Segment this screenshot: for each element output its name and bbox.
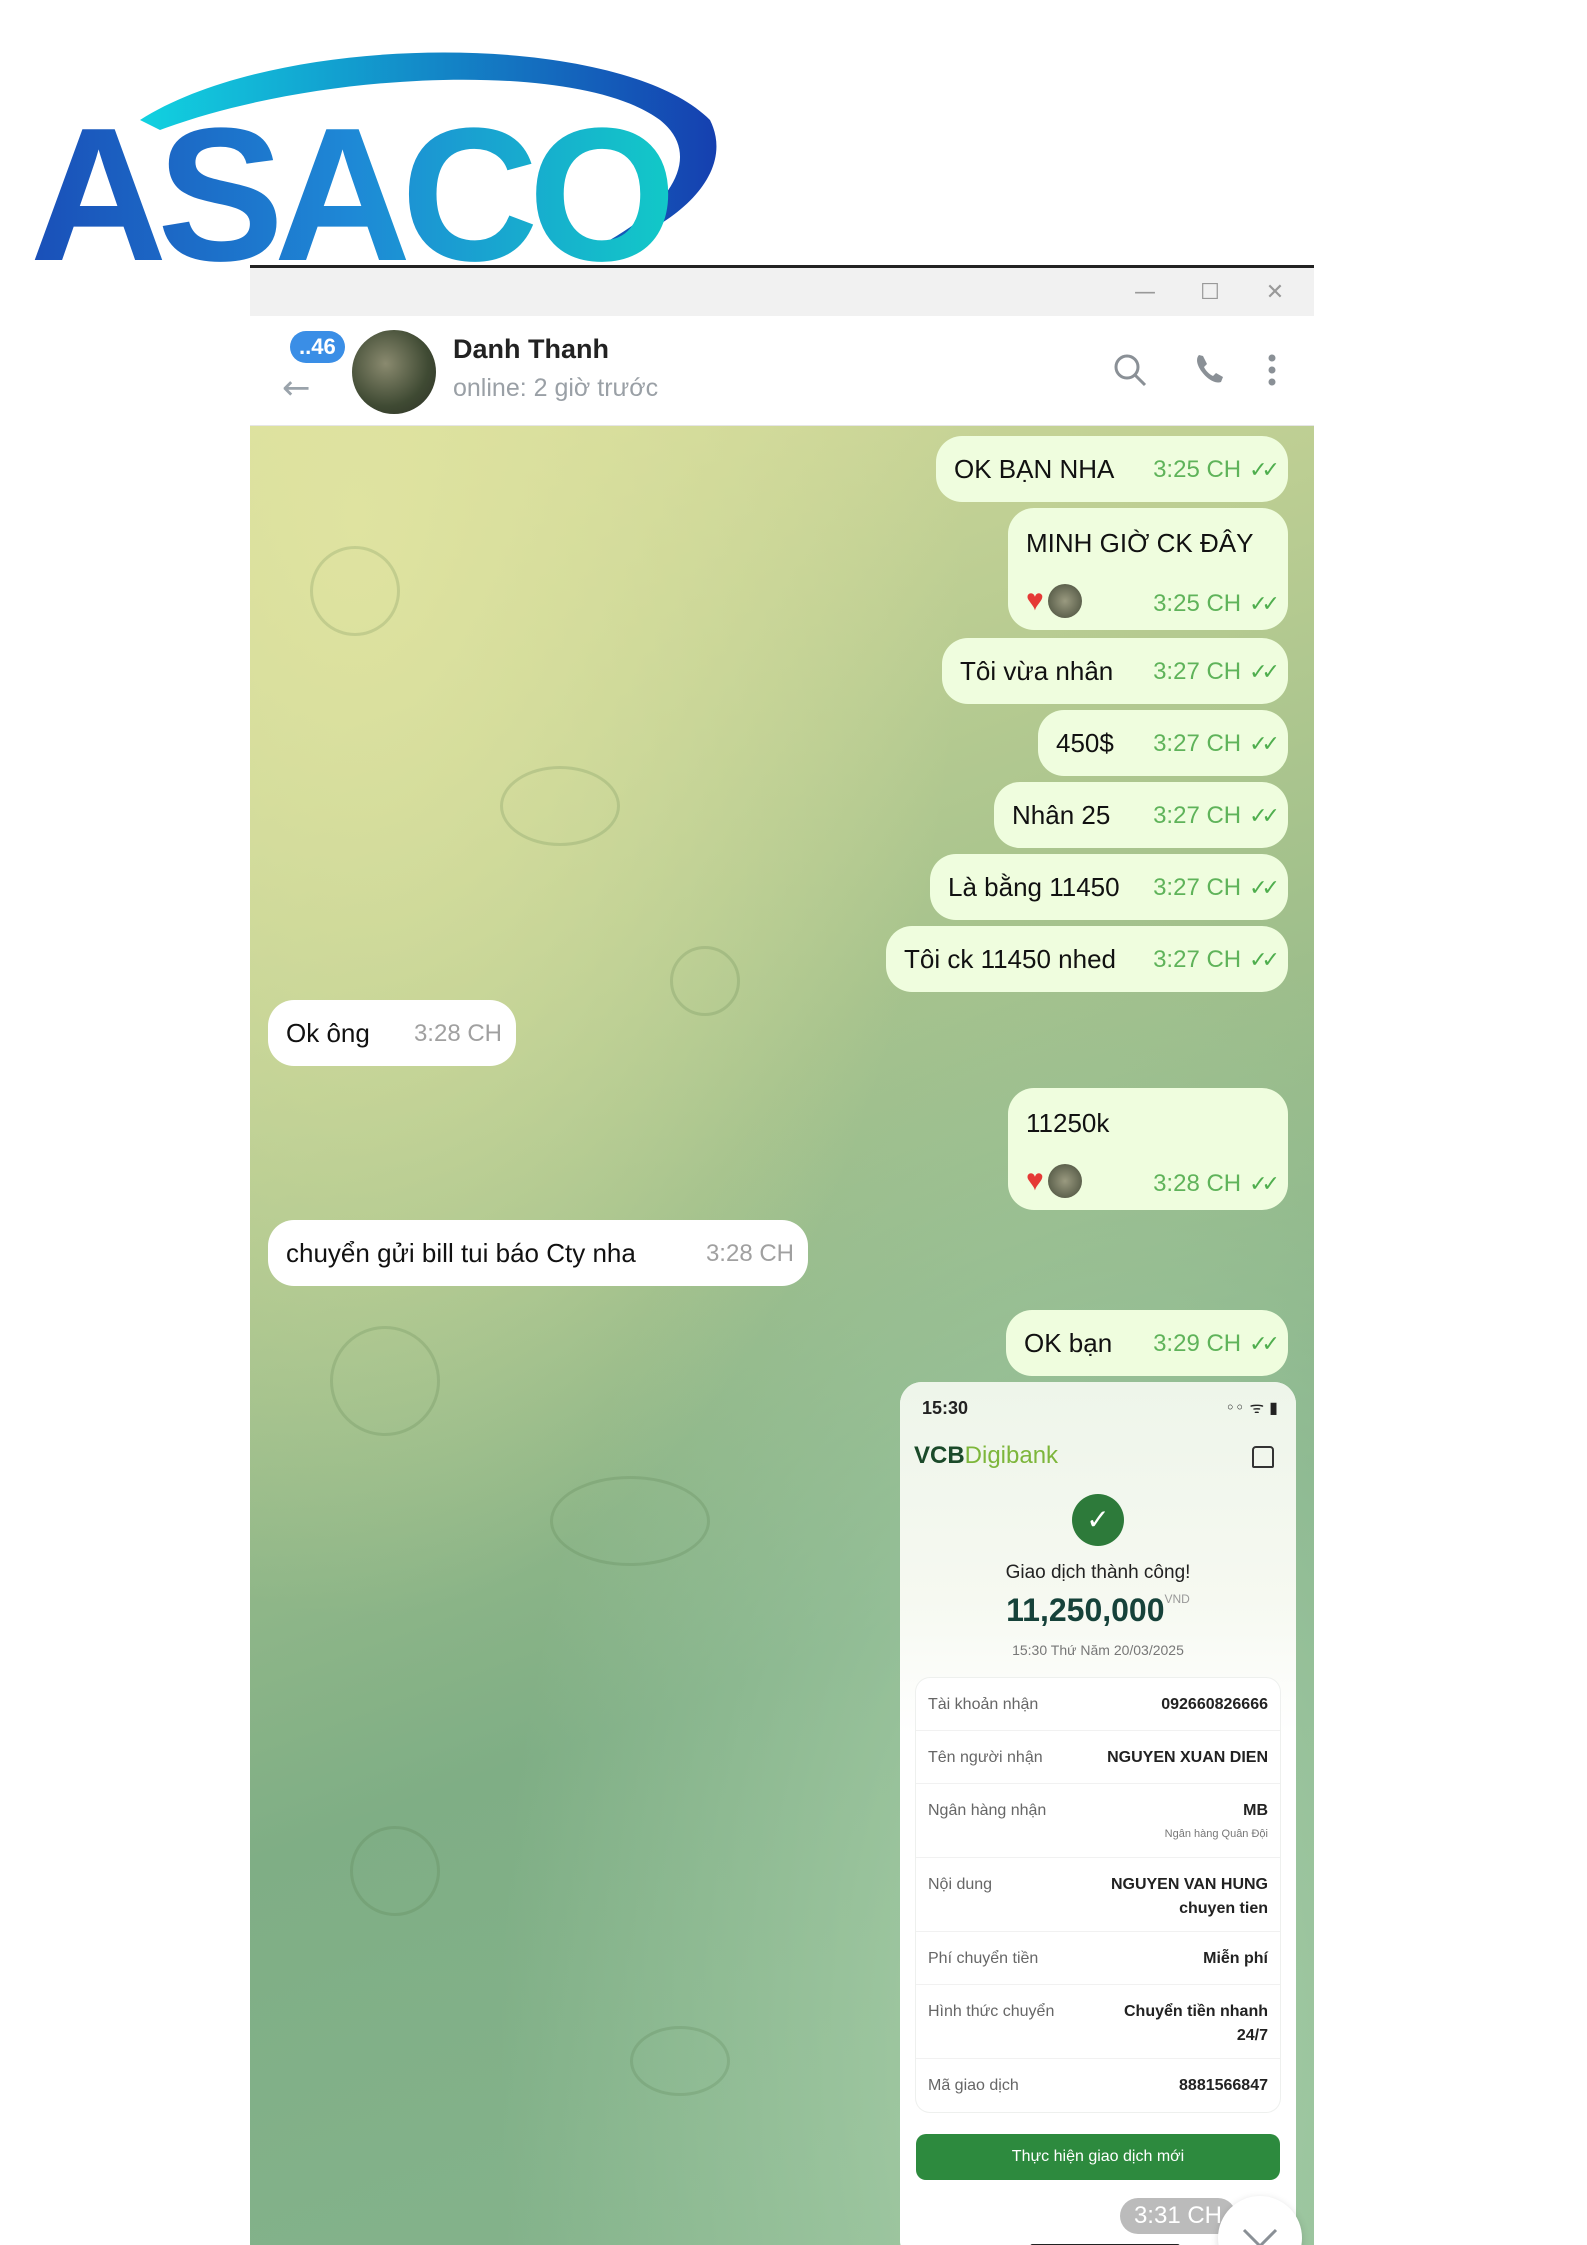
phone-icon[interactable] [1190,350,1230,390]
message-meta: 3:28 CH ✓✓ [1153,1170,1280,1197]
message-text: Ok ông [286,1017,370,1048]
wallpaper-doodle [670,946,740,1016]
double-check-icon: ✓✓ [1249,1171,1280,1196]
double-check-icon: ✓✓ [1249,875,1280,900]
transaction-amount: 11,250,000VND [1006,1592,1190,1628]
message-text: OK bạn [1024,1327,1113,1358]
message-text: chuyển gửi bill tui báo Cty nha [286,1237,636,1268]
unread-badge: ..46 [290,331,345,363]
message-incoming[interactable]: chuyển gửi bill tui báo Cty nha 3:28 CH [268,1220,808,1286]
detail-row: Phí chuyển tiền Miễn phí [916,1932,1280,1985]
vcb-digibank-logo: VCBDigibank [914,1442,1059,1469]
transaction-datetime: 15:30 Thứ Năm 20/03/2025 [1012,1642,1184,1658]
message-outgoing[interactable]: 11250k ♥ 3:28 CH ✓✓ [1008,1088,1288,1210]
more-vert-icon[interactable] [1252,350,1292,390]
wallpaper-doodle [550,1476,710,1566]
message-outgoing[interactable]: OK bạn 3:29 CH ✓✓ [1006,1310,1288,1376]
chat-header: ← ..46 Danh Thanh online: 2 giờ trước [250,316,1314,426]
message-outgoing[interactable]: OK BẠN NHA 3:25 CH ✓✓ [936,436,1288,502]
detail-row: Hình thức chuyển Chuyển tiền nhanh 24/7 [916,1985,1280,2059]
wallpaper-doodle [350,1826,440,1916]
avatar[interactable] [352,330,436,414]
double-check-icon: ✓✓ [1249,1331,1280,1356]
message-text: MINH GIỜ CK ĐÂY [1026,528,1254,558]
wallpaper-doodle [310,546,400,636]
contact-name[interactable]: Danh Thanh [453,334,609,365]
double-check-icon: ✓✓ [1249,659,1280,684]
maximize-button[interactable]: ☐ [1195,278,1225,308]
transaction-success-label: Giao dịch thành công! [1005,1562,1191,1583]
message-text: Là bằng 11450 [948,871,1120,902]
contact-status: online: 2 giờ trước [453,374,659,402]
message-outgoing[interactable]: Tôi vừa nhân 3:27 CH ✓✓ [942,638,1288,704]
message-text: Nhân 25 [1012,799,1111,830]
detail-row: Ngân hàng nhận MB Ngân hàng Quân Đội [916,1784,1280,1858]
message-outgoing[interactable]: 450$ 3:27 CH ✓✓ [1038,710,1288,776]
detail-row: Mã giao dịch 8881566847 [928,2077,1268,2094]
double-check-icon: ✓✓ [1249,591,1280,616]
message-meta: 3:28 CH [705,1240,794,1267]
heart-reaction-icon: ♥ [1026,1164,1044,1197]
transaction-details: Tài khoản nhận 092660826666 Tên người nh… [916,1678,1280,2112]
message-meta: 3:27 CH ✓✓ [1153,802,1280,829]
message-meta: 3:29 CH ✓✓ [1153,1330,1280,1357]
heart-reaction-icon: ♥ [1026,584,1044,617]
phone-status-icons: ◦◦ ᯤ ▮ [1225,1398,1278,1417]
message-meta: 3:25 CH ✓✓ [1153,456,1280,483]
telegram-window: — ☐ ✕ ← ..46 Danh Thanh online: 2 giờ tr… [250,265,1314,2245]
success-check-icon: ✓ [1072,1494,1124,1546]
reaction-avatar [1047,1164,1082,1198]
message-meta: 3:25 CH ✓✓ [1153,590,1280,617]
home-icon [1252,1446,1274,1468]
wallpaper-doodle [330,1326,440,1436]
message-outgoing[interactable]: Tôi ck 11450 nhed 3:27 CH ✓✓ [886,926,1288,992]
message-meta: 3:27 CH ✓✓ [1153,658,1280,685]
double-check-icon: ✓✓ [1249,731,1280,756]
message-meta: 3:27 CH ✓✓ [1153,874,1280,901]
double-check-icon: ✓✓ [1249,803,1280,828]
message-outgoing[interactable]: MINH GIỜ CK ĐÂY ♥ 3:25 CH ✓✓ [1008,508,1288,630]
detail-row: Tài khoản nhận 092660826666 [916,1678,1280,1731]
message-meta: 3:28 CH [413,1020,502,1047]
reactions[interactable]: ♥ [1026,1164,1082,1198]
detail-row: Tên người nhận NGUYEN XUAN DIEN [916,1731,1280,1784]
reaction-avatar [1047,584,1082,618]
chat-area[interactable]: OK BẠN NHA 3:25 CH ✓✓ MINH GIỜ CK ĐÂY ♥ 3… [250,426,1314,2245]
minimize-button[interactable]: — [1130,278,1160,308]
double-check-icon: ✓✓ [1249,947,1280,972]
chevron-down-icon [1242,2228,1278,2245]
phone-time: 15:30 [922,1398,969,1418]
back-arrow-icon[interactable]: ← [282,368,311,408]
asaco-logo: ASACO [30,52,717,270]
message-outgoing[interactable]: Là bằng 11450 3:27 CH ✓✓ [930,854,1288,920]
message-text: 450$ [1056,727,1114,758]
message-text: Tôi vừa nhân [960,655,1114,686]
svg-text:ASACO: ASACO [30,89,668,270]
detail-row: Nội dung NGUYEN VAN HUNG chuyen tien [916,1858,1280,1932]
message-text: 11250k [1026,1108,1110,1138]
message-incoming[interactable]: Ok ông 3:28 CH [268,1000,516,1066]
receipt-image-message[interactable]: 15:30 ◦◦ ᯤ ▮ VCBDigibank ✓ Giao dịch thà… [900,1382,1296,2245]
message-text: Tôi ck 11450 nhed [904,943,1116,974]
new-transaction-button: Thực hiện giao dịch mới [916,2134,1280,2180]
message-meta: 3:27 CH ✓✓ [1153,730,1280,757]
message-outgoing[interactable]: Nhân 25 3:27 CH ✓✓ [994,782,1288,848]
double-check-icon: ✓✓ [1249,457,1280,482]
wallpaper-doodle [500,766,620,846]
close-button[interactable]: ✕ [1260,278,1290,308]
message-meta: 3:27 CH ✓✓ [1153,946,1280,973]
message-text: OK BẠN NHA [954,453,1115,484]
title-bar: — ☐ ✕ [250,268,1314,316]
search-icon[interactable] [1110,350,1150,390]
wallpaper-doodle [630,2026,730,2096]
reactions[interactable]: ♥ [1026,584,1082,618]
